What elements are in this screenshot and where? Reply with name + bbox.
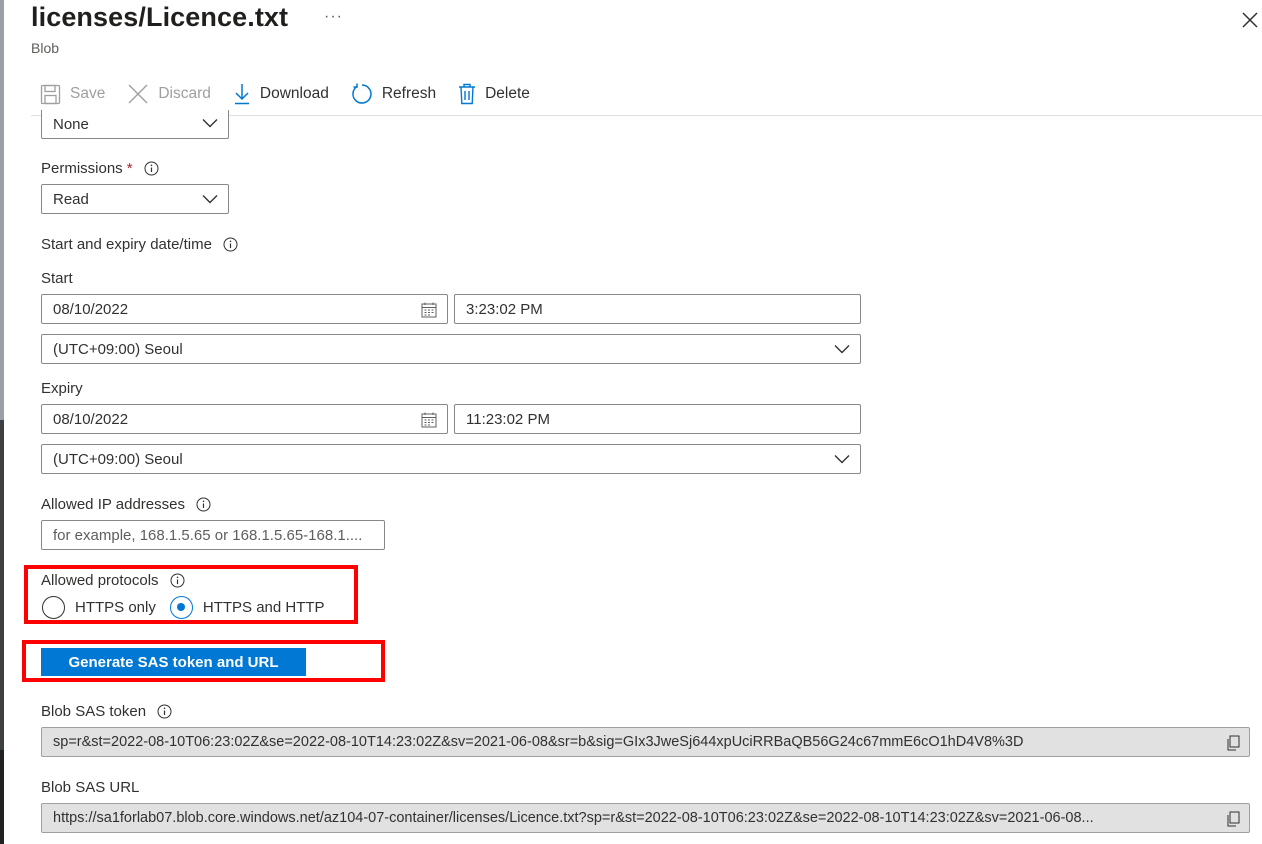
- allowed-ip-input[interactable]: for example, 168.1.5.65 or 168.1.5.65-16…: [41, 520, 385, 550]
- download-icon: [234, 84, 249, 105]
- calendar-icon[interactable]: [421, 302, 437, 318]
- expiry-timezone-dropdown[interactable]: (UTC+09:00) Seoul: [41, 444, 861, 474]
- expiry-timezone-value: (UTC+09:00) Seoul: [53, 450, 183, 468]
- date-time-label-text: Start and expiry date/time: [41, 236, 212, 253]
- radio-https-and-http-label: HTTPS and HTTP: [202, 599, 325, 616]
- delete-button[interactable]: Delete: [458, 83, 530, 105]
- discard-icon: [128, 84, 148, 104]
- refresh-label: Refresh: [381, 85, 437, 102]
- allowed-ip-label-text: Allowed IP addresses: [41, 496, 185, 513]
- radio-https-and-http[interactable]: HTTPS and HTTP: [169, 596, 325, 619]
- expiry-time-field[interactable]: 11:23:02 PM: [454, 404, 861, 434]
- generate-sas-button[interactable]: Generate SAS token and URL: [41, 648, 306, 676]
- close-icon[interactable]: [1240, 10, 1260, 30]
- sas-token-value: sp=r&st=2022-08-10T06:23:02Z&se=2022-08-…: [53, 734, 1024, 750]
- allowed-protocols-label: Allowed protocols: [41, 572, 185, 589]
- chevron-down-icon: [834, 345, 850, 354]
- permissions-value: Read: [53, 190, 89, 208]
- save-label: Save: [70, 85, 106, 102]
- sas-url-label: Blob SAS URL: [41, 779, 140, 796]
- expiry-date-field[interactable]: 08/10/2022: [41, 404, 448, 434]
- chevron-down-icon: [202, 195, 218, 204]
- calendar-icon[interactable]: [421, 412, 437, 428]
- page-title: licenses/Licence.txt: [31, 2, 289, 32]
- radio-button[interactable]: [42, 596, 65, 619]
- expiry-date-value: 08/10/2022: [53, 410, 129, 428]
- save-icon: [40, 84, 61, 104]
- info-icon[interactable]: [196, 497, 211, 512]
- sas-token-label-text: Blob SAS token: [41, 703, 147, 720]
- allowed-protocols-label-text: Allowed protocols: [41, 572, 159, 589]
- download-button[interactable]: Download: [233, 83, 329, 105]
- sas-url-value: https://sa1forlab07.blob.core.windows.ne…: [53, 810, 1094, 826]
- info-icon[interactable]: [223, 237, 238, 252]
- save-button[interactable]: Save: [40, 84, 105, 105]
- more-options-button[interactable]: ···: [324, 8, 343, 26]
- command-bar: Save Discard Download Refresh Delete: [40, 80, 552, 108]
- chevron-down-icon: [202, 119, 218, 128]
- start-date-value: 08/10/2022: [53, 300, 129, 318]
- expiry-label: Expiry: [41, 380, 83, 397]
- sas-token-label: Blob SAS token: [41, 703, 172, 720]
- sas-token-field[interactable]: sp=r&st=2022-08-10T06:23:02Z&se=2022-08-…: [41, 727, 1250, 757]
- radio-button-selected[interactable]: [169, 596, 193, 619]
- left-edge-strip: [0, 0, 4, 844]
- discard-button[interactable]: Discard: [127, 83, 211, 105]
- allowed-ip-placeholder: for example, 168.1.5.65 or 168.1.5.65-16…: [53, 526, 363, 544]
- refresh-button[interactable]: Refresh: [351, 83, 436, 105]
- protocols-radio-group: HTTPS only HTTPS and HTTP: [42, 596, 339, 619]
- start-timezone-value: (UTC+09:00) Seoul: [53, 340, 183, 358]
- stored-access-policy-dropdown[interactable]: None: [41, 110, 229, 139]
- sas-url-field[interactable]: https://sa1forlab07.blob.core.windows.ne…: [41, 803, 1250, 833]
- delete-icon: [459, 83, 476, 105]
- discard-label: Discard: [158, 85, 211, 102]
- permissions-dropdown[interactable]: Read: [41, 184, 229, 214]
- info-icon[interactable]: [144, 161, 159, 176]
- copy-icon[interactable]: [1225, 811, 1241, 827]
- copy-icon[interactable]: [1225, 735, 1241, 751]
- start-label: Start: [41, 270, 73, 287]
- chevron-down-icon: [834, 455, 850, 464]
- refresh-icon: [352, 83, 372, 104]
- stored-access-policy-value: None: [53, 115, 89, 133]
- date-time-section-label: Start and expiry date/time: [41, 236, 238, 253]
- delete-label: Delete: [485, 85, 530, 102]
- allowed-ip-label: Allowed IP addresses: [41, 496, 211, 513]
- permissions-label-text: Permissions: [41, 160, 123, 177]
- required-marker: *: [126, 160, 133, 177]
- start-timezone-dropdown[interactable]: (UTC+09:00) Seoul: [41, 334, 861, 364]
- start-time-value: 3:23:02 PM: [466, 300, 543, 318]
- radio-https-only[interactable]: HTTPS only: [42, 596, 156, 619]
- page-subtitle: Blob: [31, 40, 60, 56]
- download-label: Download: [259, 85, 329, 102]
- expiry-time-value: 11:23:02 PM: [466, 410, 550, 428]
- start-time-field[interactable]: 3:23:02 PM: [454, 294, 861, 324]
- radio-https-only-label: HTTPS only: [75, 599, 156, 616]
- permissions-label: Permissions *: [41, 160, 159, 177]
- start-date-field[interactable]: 08/10/2022: [41, 294, 448, 324]
- info-icon[interactable]: [170, 573, 185, 588]
- info-icon[interactable]: [157, 704, 172, 719]
